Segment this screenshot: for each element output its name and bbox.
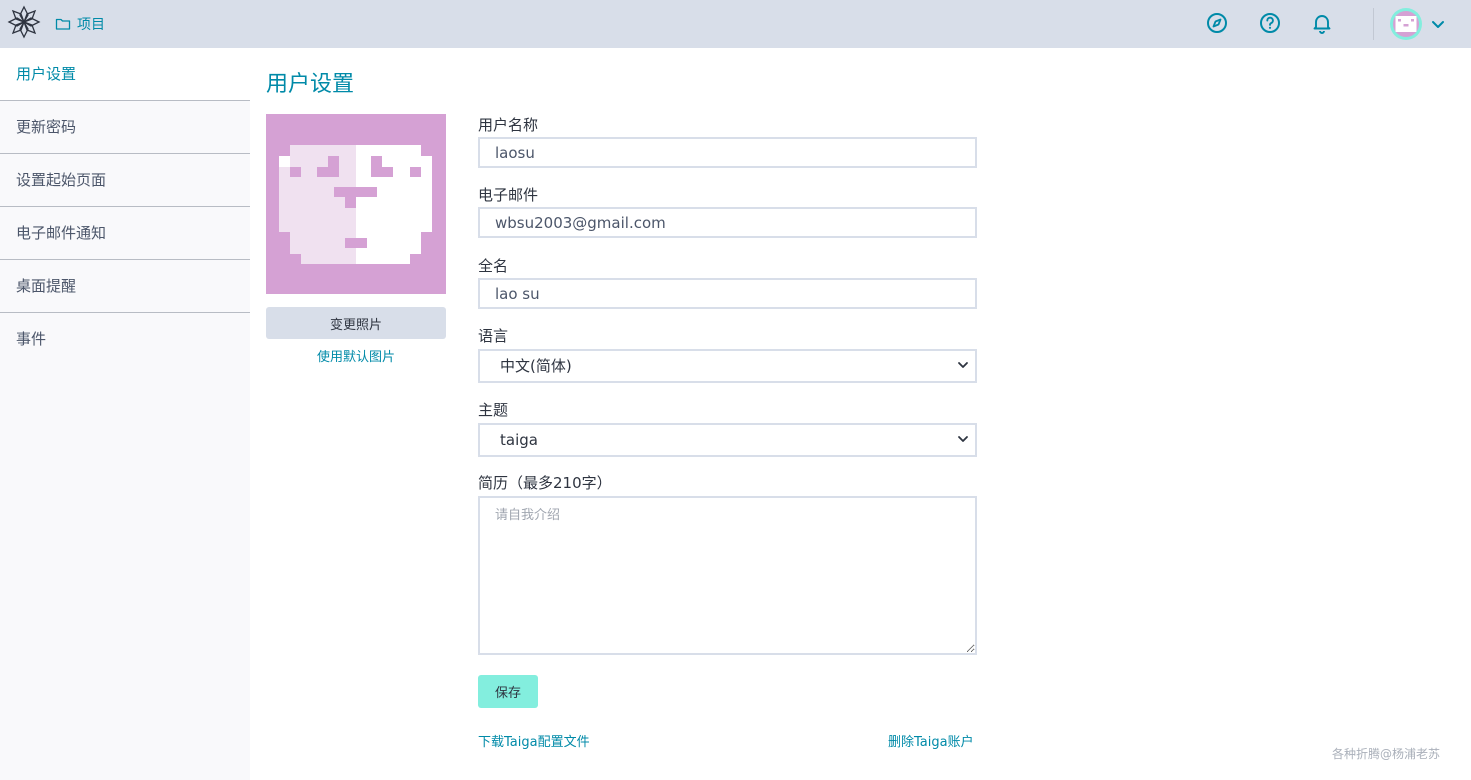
download-profile-link[interactable]: 下载Taiga配置文件: [478, 731, 590, 750]
email-input[interactable]: [478, 207, 977, 238]
use-default-photo-link[interactable]: 使用默认图片: [266, 346, 446, 365]
username-label: 用户名称: [478, 116, 539, 134]
fullname-label: 全名: [478, 257, 509, 275]
page-title: 用户设置: [266, 72, 355, 97]
fullname-input[interactable]: [478, 278, 977, 309]
user-avatar[interactable]: [1390, 8, 1422, 40]
projects-link[interactable]: 项目: [55, 14, 105, 34]
bio-label: 简历（最多210字）: [478, 474, 612, 492]
delete-account-link[interactable]: 删除Taiga账户: [888, 731, 974, 750]
chevron-down-icon: [958, 362, 968, 368]
bell-icon[interactable]: [1310, 11, 1334, 35]
username-input[interactable]: [478, 137, 977, 168]
logo-icon[interactable]: [7, 5, 41, 39]
profile-avatar: [266, 114, 446, 294]
chevron-down-icon: [958, 436, 968, 442]
chevron-down-icon[interactable]: [1430, 16, 1446, 32]
compass-icon[interactable]: [1205, 11, 1229, 35]
language-select[interactable]: 中文(简体): [478, 349, 977, 383]
theme-label: 主题: [478, 401, 509, 419]
sidebar-item-desktop-notifications[interactable]: 桌面提醒: [0, 260, 250, 313]
help-icon[interactable]: [1258, 11, 1282, 35]
user-settings-form: 用户名称 电子邮件 全名 语言 中文(简体) 主题 taiga 简历（最多210…: [478, 114, 978, 655]
top-navigation-bar: 项目: [0, 0, 1471, 48]
language-label: 语言: [478, 327, 509, 345]
language-value: 中文(简体): [500, 357, 572, 375]
topbar-divider: [1373, 8, 1374, 40]
folder-icon: [55, 18, 71, 30]
projects-label: 项目: [77, 17, 105, 33]
save-button[interactable]: 保存: [478, 675, 538, 708]
email-label: 电子邮件: [478, 186, 539, 204]
sidebar-item-email-notifications[interactable]: 电子邮件通知: [0, 207, 250, 260]
change-photo-button[interactable]: 变更照片: [266, 307, 446, 339]
sidebar-item-events[interactable]: 事件: [0, 313, 250, 366]
theme-select[interactable]: taiga: [478, 423, 977, 457]
theme-value: taiga: [500, 431, 538, 449]
bio-textarea[interactable]: [478, 496, 977, 655]
settings-sidebar: 用户设置 更新密码 设置起始页面 电子邮件通知 桌面提醒 事件: [0, 48, 250, 780]
sidebar-item-change-password[interactable]: 更新密码: [0, 101, 250, 154]
sidebar-item-start-page[interactable]: 设置起始页面: [0, 154, 250, 207]
watermark-text: 各种折腾@杨浦老苏: [1332, 747, 1441, 761]
sidebar-item-user-settings[interactable]: 用户设置: [0, 48, 250, 101]
